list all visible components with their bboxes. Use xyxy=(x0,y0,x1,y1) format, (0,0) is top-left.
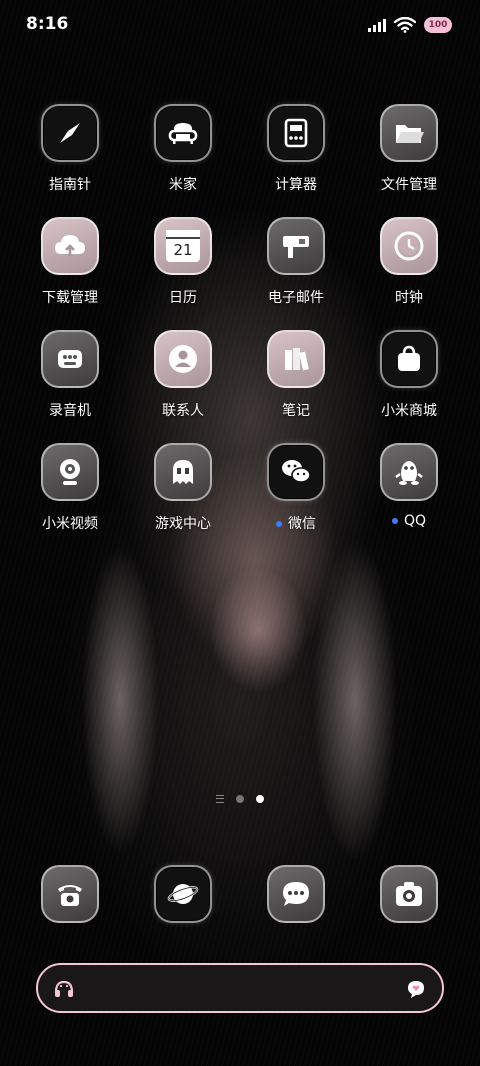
wifi-icon xyxy=(394,17,416,33)
folder-icon xyxy=(380,104,438,162)
app-game-center[interactable]: 游戏中心 xyxy=(128,443,238,533)
phone-icon xyxy=(41,865,99,923)
app-label-text: 微信 xyxy=(288,516,316,532)
battery-icon: 100 xyxy=(424,17,452,33)
search-bar[interactable] xyxy=(36,963,444,1013)
dock-browser[interactable] xyxy=(128,865,238,923)
app-label: 下载管理 xyxy=(42,290,98,306)
app-label-text: QQ xyxy=(403,513,427,529)
cloud-upload-icon xyxy=(41,217,99,275)
clock-icon xyxy=(380,217,438,275)
camera-icon xyxy=(380,865,438,923)
signal-icon xyxy=(368,18,386,32)
app-label: 录音机 xyxy=(49,403,91,419)
app-calculator[interactable]: 计算器 xyxy=(241,104,351,194)
app-label: 联系人 xyxy=(162,403,204,419)
app-label: 指南针 xyxy=(49,177,91,193)
app-label: 游戏中心 xyxy=(155,516,211,532)
app-downloads[interactable]: 下载管理 xyxy=(15,217,125,307)
status-icons: 100 xyxy=(368,14,452,36)
compass-icon xyxy=(41,104,99,162)
app-label: 小米商城 xyxy=(381,403,437,419)
app-label: QQ xyxy=(354,513,464,529)
app-clock[interactable]: 时钟 xyxy=(354,217,464,307)
app-notes[interactable]: 笔记 xyxy=(241,330,351,420)
page-dot-1[interactable] xyxy=(236,795,244,803)
app-label: 计算器 xyxy=(275,177,317,193)
notification-dot xyxy=(276,521,282,527)
app-label: 电子邮件 xyxy=(268,290,324,306)
page-dot-2[interactable] xyxy=(256,795,264,803)
app-mi-video[interactable]: 小米视频 xyxy=(15,443,125,533)
app-email[interactable]: 电子邮件 xyxy=(241,217,351,307)
recorder-icon xyxy=(41,330,99,388)
contact-icon xyxy=(154,330,212,388)
drawer-lines-icon xyxy=(216,795,224,803)
app-compass[interactable]: 指南针 xyxy=(15,104,125,194)
app-contacts[interactable]: 联系人 xyxy=(128,330,238,420)
notification-dot xyxy=(391,518,398,524)
app-file-manager[interactable]: 文件管理 xyxy=(354,104,464,194)
app-label: 日历 xyxy=(169,290,197,306)
sofa-icon xyxy=(154,104,212,162)
wechat-icon xyxy=(267,443,325,501)
app-label: 小米视频 xyxy=(42,516,98,532)
page-indicator[interactable] xyxy=(0,795,480,803)
message-icon xyxy=(267,865,325,923)
webcam-icon xyxy=(41,443,99,501)
app-label: 时钟 xyxy=(395,290,423,306)
dock-phone[interactable] xyxy=(15,865,125,923)
app-calendar[interactable]: 21 日历 xyxy=(128,217,238,307)
headphones-icon[interactable] xyxy=(52,977,76,1001)
books-icon xyxy=(267,330,325,388)
app-qq[interactable]: QQ xyxy=(354,443,464,529)
mailbox-icon xyxy=(267,217,325,275)
app-wechat[interactable]: 微信 xyxy=(241,443,351,533)
app-label: 微信 xyxy=(241,513,351,533)
calendar-day: 21 xyxy=(173,241,193,259)
dock-camera[interactable] xyxy=(354,865,464,923)
app-label: 笔记 xyxy=(282,403,310,419)
status-bar: 8:16 100 xyxy=(0,0,480,50)
shopping-bag-icon xyxy=(380,330,438,388)
status-time: 8:16 xyxy=(26,14,69,34)
app-mijia[interactable]: 米家 xyxy=(128,104,238,194)
app-label: 米家 xyxy=(169,177,197,193)
app-label: 文件管理 xyxy=(381,177,437,193)
heart-bubble-icon[interactable] xyxy=(404,977,428,1001)
calendar-icon: 21 xyxy=(154,217,212,275)
app-recorder[interactable]: 录音机 xyxy=(15,330,125,420)
dock-messages[interactable] xyxy=(241,865,351,923)
ghost-icon xyxy=(154,443,212,501)
app-mi-store[interactable]: 小米商城 xyxy=(354,330,464,420)
penguin-icon xyxy=(380,443,438,501)
calculator-icon xyxy=(267,104,325,162)
planet-icon xyxy=(154,865,212,923)
